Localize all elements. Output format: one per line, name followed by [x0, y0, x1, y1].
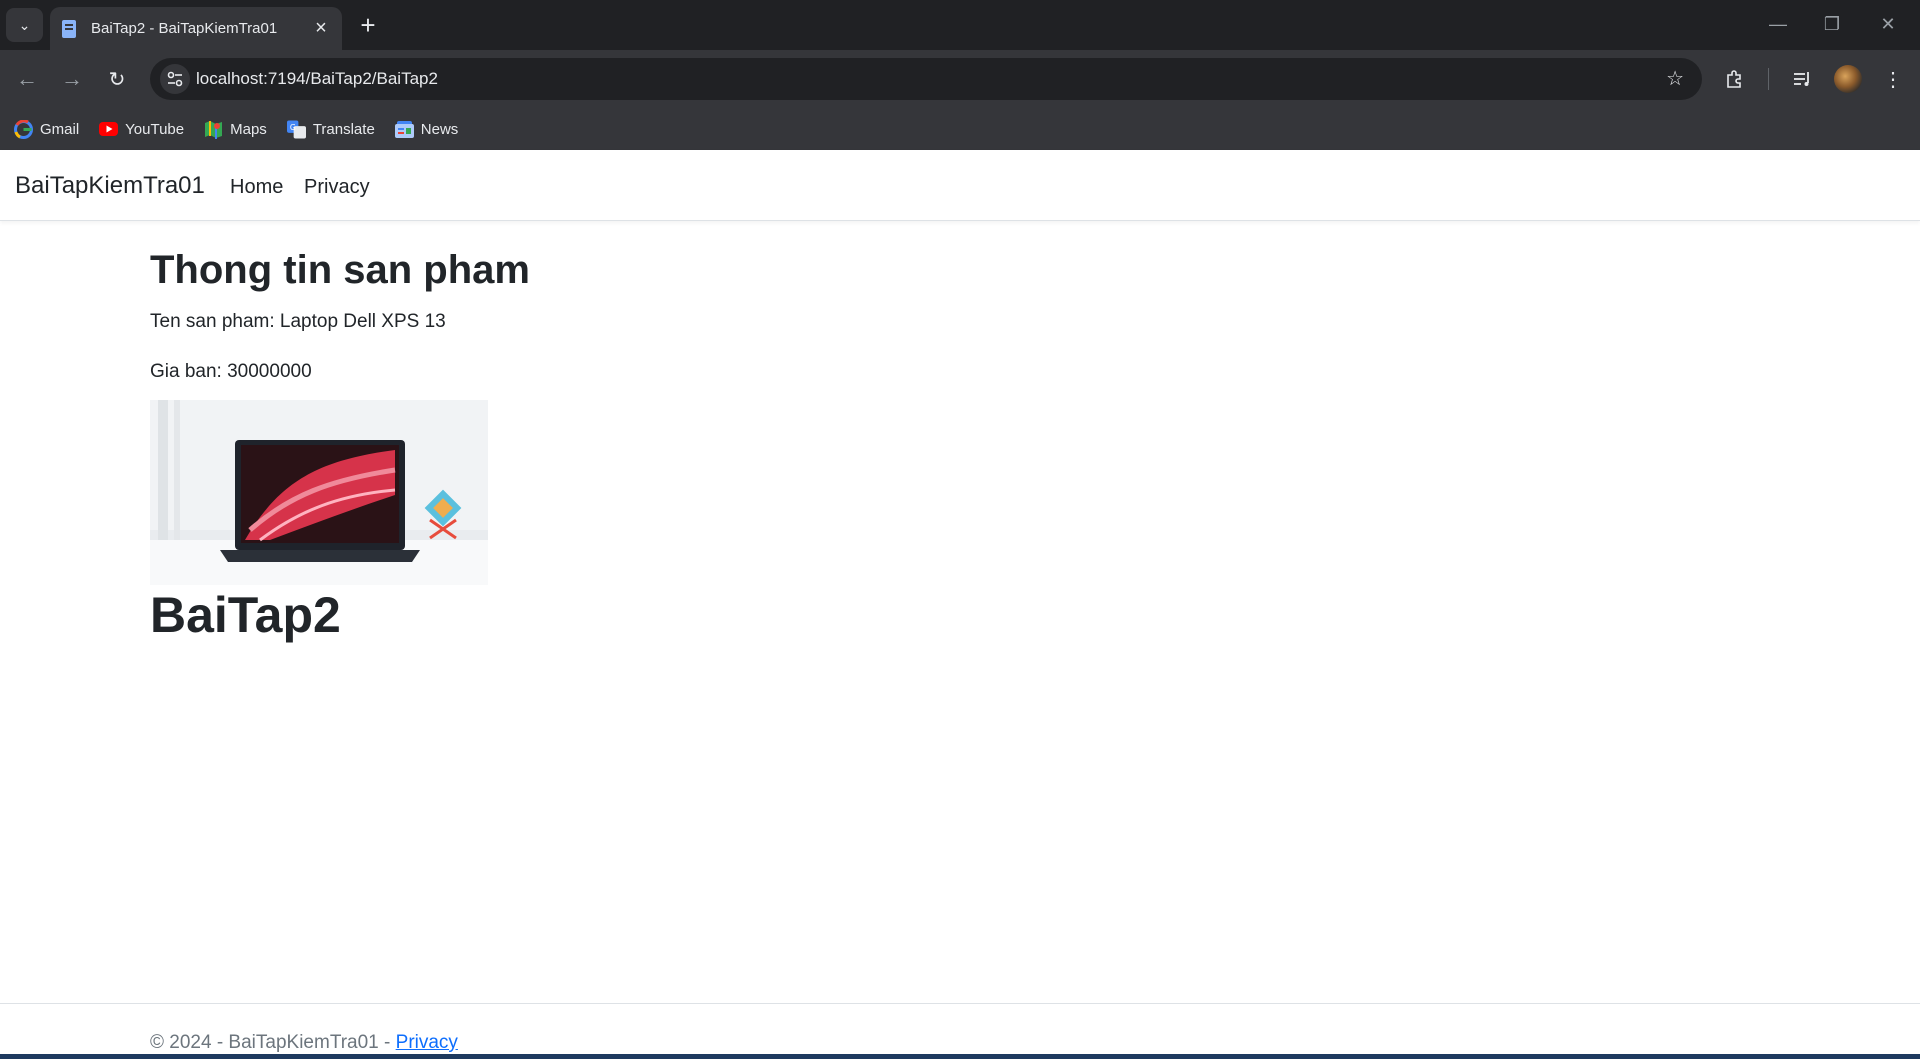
close-tab-icon[interactable]: ×: [310, 17, 332, 40]
tab-title: BaiTap2 - BaiTapKiemTra01: [91, 20, 278, 37]
gmail-icon: [14, 119, 33, 139]
bookmark-maps[interactable]: Maps: [204, 120, 267, 139]
back-button[interactable]: ←: [10, 62, 44, 96]
browser-toolbar: ← → ↻ localhost:7194/BaiTap2/BaiTap2 ☆ ⋮: [0, 50, 1920, 108]
section-heading: Thong tin san pham: [150, 248, 530, 292]
bookmark-label: Maps: [230, 120, 267, 138]
footer-privacy-link[interactable]: Privacy: [396, 1032, 458, 1053]
tab-strip: ⌄ BaiTap2 - BaiTapKiemTra01 × + — ❐ ✕: [0, 0, 1920, 50]
bookmark-star-icon[interactable]: ☆: [1666, 66, 1684, 91]
extensions-icon[interactable]: [1720, 64, 1750, 94]
web-page: BaiTapKiemTra01 Home Privacy Thong tin s…: [0, 150, 1920, 1059]
copyright-text: © 2024 - BaiTapKiemTra01 -: [150, 1032, 396, 1053]
site-brand-link[interactable]: BaiTapKiemTra01: [15, 172, 205, 200]
bookmark-youtube[interactable]: YouTube: [99, 120, 184, 139]
url-text: localhost:7194/BaiTap2/BaiTap2: [196, 69, 438, 88]
product-image: [150, 400, 488, 585]
toolbar-divider: [1768, 68, 1769, 90]
media-controls-icon[interactable]: [1787, 64, 1817, 94]
reload-button[interactable]: ↻: [100, 62, 134, 96]
bookmark-label: Translate: [312, 120, 375, 138]
product-price-text: Gia ban: 30000000: [150, 360, 312, 382]
tab-search-button[interactable]: ⌄: [6, 8, 43, 42]
bookmark-translate[interactable]: G Translate: [286, 119, 375, 139]
more-menu-icon[interactable]: ⋮: [1878, 64, 1908, 94]
product-name-text: Ten san pham: Laptop Dell XPS 13: [150, 311, 446, 332]
svg-text:G: G: [290, 122, 296, 131]
site-navbar: BaiTapKiemTra01 Home Privacy: [0, 150, 1920, 221]
restore-icon[interactable]: ❐: [1810, 6, 1854, 42]
bookmarks-bar: Gmail YouTube Maps G Translate News: [0, 108, 1920, 150]
close-window-icon[interactable]: ✕: [1866, 6, 1910, 42]
minimize-icon[interactable]: —: [1756, 6, 1800, 42]
bookmark-news[interactable]: News: [394, 120, 459, 139]
bookmark-label: News: [420, 120, 459, 138]
bookmark-label: Gmail: [40, 120, 80, 138]
profile-avatar[interactable]: [1834, 65, 1862, 93]
nav-link-home[interactable]: Home: [230, 176, 283, 199]
forward-button[interactable]: →: [55, 62, 89, 96]
youtube-icon: [99, 120, 119, 139]
site-footer: © 2024 - BaiTapKiemTra01 - Privacy: [0, 1003, 1920, 1059]
site-info-icon[interactable]: [160, 64, 190, 94]
news-icon: [394, 120, 414, 139]
footer-text-container: © 2024 - BaiTapKiemTra01 - Privacy: [150, 1032, 458, 1054]
bookmark-gmail[interactable]: Gmail: [14, 119, 80, 139]
translate-icon: G: [286, 119, 306, 139]
main-content: Thong tin san pham Ten san pham: Laptop …: [150, 246, 1150, 407]
nav-link-privacy[interactable]: Privacy: [304, 176, 370, 199]
active-tab[interactable]: BaiTap2 - BaiTapKiemTra01 ×: [50, 7, 342, 50]
chevron-down-icon: ⌄: [18, 16, 31, 33]
address-bar[interactable]: localhost:7194/BaiTap2/BaiTap2 ☆: [150, 58, 1702, 100]
page-favicon-icon: [60, 19, 78, 39]
maps-icon: [204, 120, 223, 139]
taskbar-edge: [0, 1054, 1920, 1059]
new-tab-button[interactable]: +: [352, 9, 384, 41]
bookmark-label: YouTube: [125, 120, 185, 138]
page-title: BaiTap2: [150, 587, 341, 643]
